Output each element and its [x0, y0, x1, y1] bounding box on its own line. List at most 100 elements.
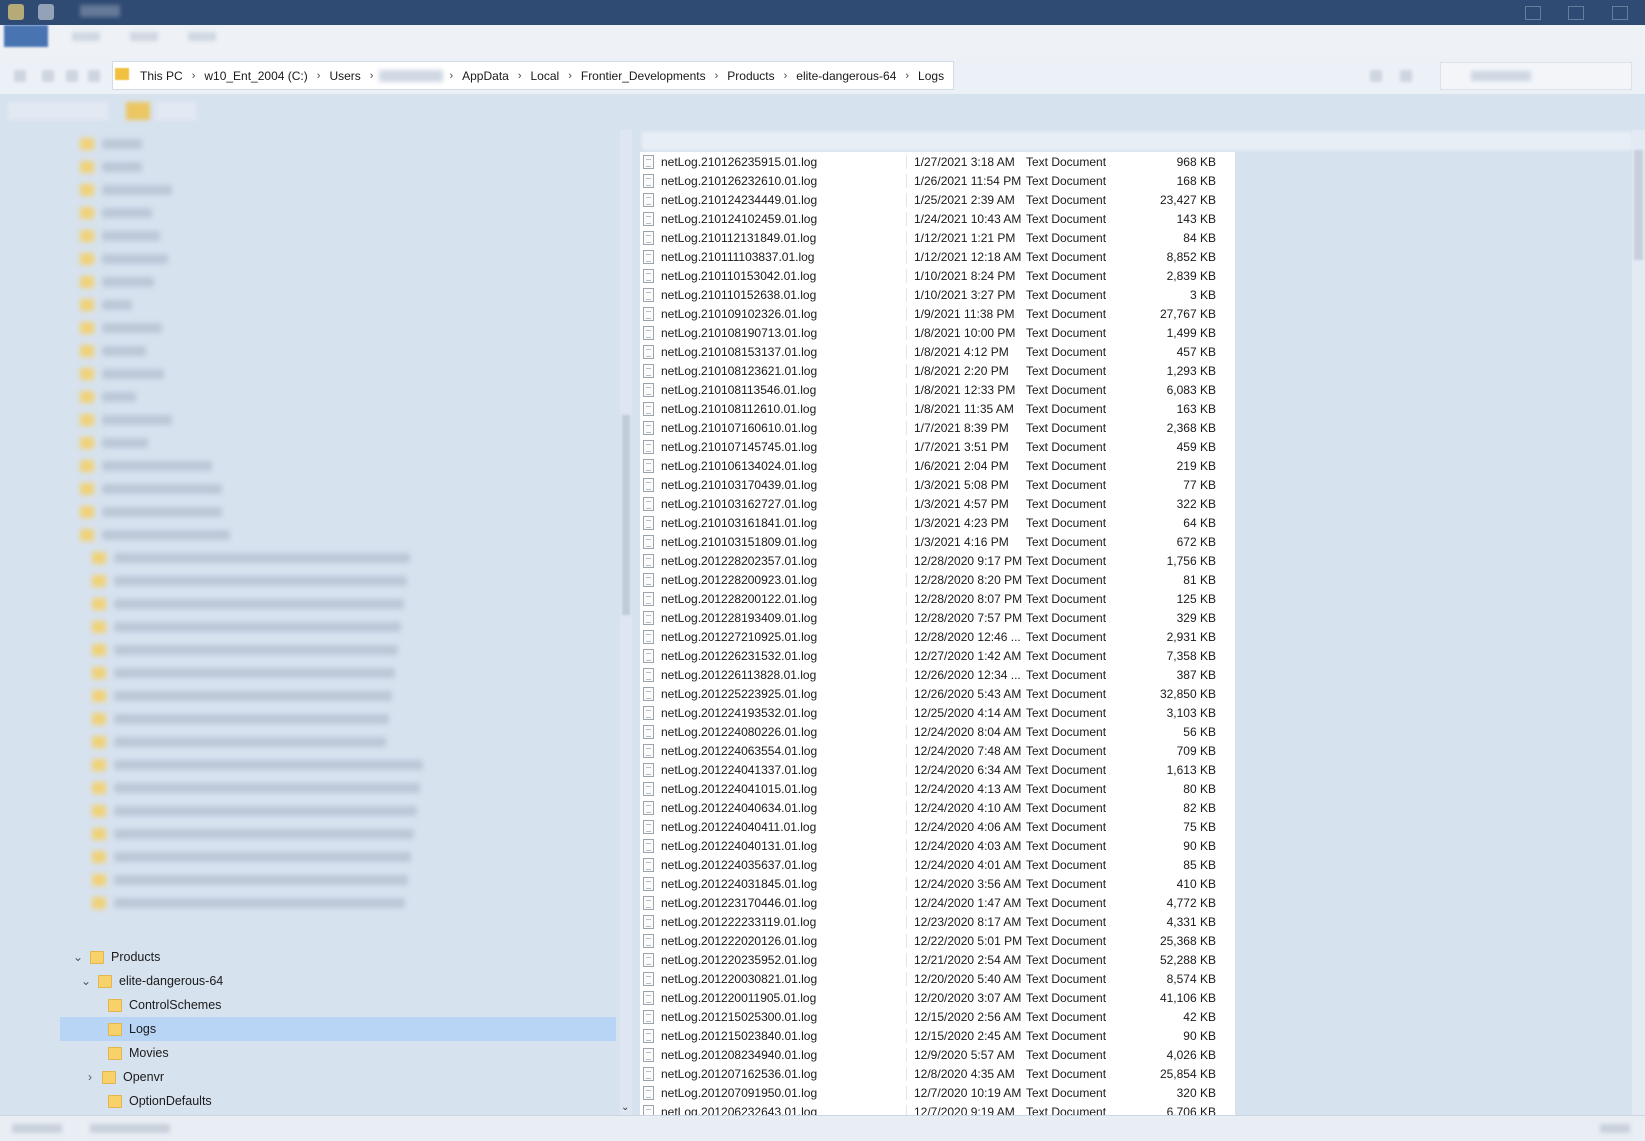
tree-item-blurred[interactable] — [92, 571, 407, 591]
tree-item-blurred[interactable] — [80, 272, 154, 292]
folder-icon[interactable] — [8, 4, 24, 20]
file-row[interactable]: netLog.210126232610.01.log 1/26/2021 11:5… — [640, 171, 1235, 190]
file-row[interactable]: netLog.210108190713.01.log 1/8/2021 10:00… — [640, 323, 1235, 342]
file-row[interactable]: netLog.201226113828.01.log 12/26/2020 12:… — [640, 665, 1235, 684]
chevron-right-icon[interactable]: › — [84, 1070, 96, 1084]
breadcrumb-separator-icon[interactable]: › — [364, 70, 380, 82]
file-row[interactable]: netLog.210107160610.01.log 1/7/2021 8:39 … — [640, 418, 1235, 437]
file-row[interactable]: netLog.201215025300.01.log 12/15/2020 2:5… — [640, 1007, 1235, 1026]
file-row[interactable]: netLog.201228200122.01.log 12/28/2020 8:0… — [640, 589, 1235, 608]
tree-item-movies[interactable]: Movies — [90, 1041, 612, 1065]
navigation-scrollbar[interactable]: ⌄ — [620, 130, 632, 1115]
tree-item-blurred[interactable] — [92, 640, 398, 660]
breadcrumb-separator-icon[interactable]: › — [443, 70, 459, 82]
breadcrumb-separator-icon[interactable]: › — [562, 70, 578, 82]
file-row[interactable]: netLog.201227210925.01.log 12/28/2020 12:… — [640, 627, 1235, 646]
new-folder-icon[interactable] — [126, 102, 150, 120]
file-row[interactable]: netLog.201224040131.01.log 12/24/2020 4:0… — [640, 836, 1235, 855]
breadcrumb-logs[interactable]: Logs — [915, 69, 947, 83]
ribbon-tab-view[interactable] — [188, 32, 216, 41]
column-headers[interactable] — [642, 132, 1632, 150]
tree-item-blurred[interactable] — [92, 686, 392, 706]
file-row[interactable]: netLog.201207091950.01.log 12/7/2020 10:1… — [640, 1083, 1235, 1102]
file-tab[interactable] — [4, 25, 48, 47]
dropdown-chevron-icon[interactable] — [1370, 70, 1382, 82]
chevron-down-icon[interactable]: ⌄ — [72, 950, 84, 964]
toolbar-chip[interactable] — [156, 102, 196, 120]
breadcrumb-separator-icon[interactable]: › — [709, 70, 725, 82]
file-row[interactable]: netLog.201206232643.01.log 12/7/2020 9:19… — [640, 1102, 1235, 1115]
tree-item-blurred[interactable] — [80, 249, 168, 269]
file-row[interactable]: netLog.201226231532.01.log 12/27/2020 1:4… — [640, 646, 1235, 665]
file-row[interactable]: netLog.201220030821.01.log 12/20/2020 5:4… — [640, 969, 1235, 988]
file-list-scrollbar[interactable] — [1632, 130, 1645, 1115]
breadcrumb-separator-icon[interactable]: › — [311, 70, 327, 82]
refresh-icon[interactable] — [1400, 70, 1412, 82]
forward-arrow-icon[interactable] — [42, 70, 54, 82]
tree-item-blurred[interactable] — [80, 157, 142, 177]
save-icon[interactable] — [38, 4, 54, 20]
file-row[interactable]: netLog.201215023840.01.log 12/15/2020 2:4… — [640, 1026, 1235, 1045]
tree-item-blurred[interactable] — [92, 617, 401, 637]
file-row[interactable]: netLog.201224193532.01.log 12/25/2020 4:1… — [640, 703, 1235, 722]
tree-item-blurred[interactable] — [92, 870, 408, 890]
tree-item-blurred[interactable] — [80, 341, 146, 361]
file-row[interactable]: netLog.201220011905.01.log 12/20/2020 3:0… — [640, 988, 1235, 1007]
file-row[interactable]: netLog.210103170439.01.log 1/3/2021 5:08 … — [640, 475, 1235, 494]
tree-item-blurred[interactable] — [80, 456, 212, 476]
breadcrumb-users[interactable]: Users — [326, 69, 363, 83]
scrollbar-thumb[interactable] — [1634, 150, 1643, 260]
breadcrumb-separator-icon[interactable]: › — [186, 70, 202, 82]
tree-item-openvr[interactable]: › Openvr — [84, 1065, 612, 1089]
tree-item-blurred[interactable] — [92, 709, 389, 729]
file-row[interactable]: netLog.210111103837.01.log 1/12/2021 12:1… — [640, 247, 1235, 266]
toolbar-chip[interactable] — [8, 102, 108, 120]
file-row[interactable]: netLog.201224040634.01.log 12/24/2020 4:1… — [640, 798, 1235, 817]
file-row[interactable]: netLog.201223170446.01.log 12/24/2020 1:4… — [640, 893, 1235, 912]
tree-item-blurred[interactable] — [92, 663, 395, 683]
tree-item-blurred[interactable] — [92, 732, 386, 752]
tree-item-blurred[interactable] — [92, 778, 420, 798]
scrollbar-thumb[interactable] — [622, 415, 630, 615]
tree-item-optiondefaults[interactable]: OptionDefaults — [90, 1089, 612, 1113]
breadcrumb-separator-icon[interactable]: › — [512, 70, 528, 82]
breadcrumb-drive[interactable]: w10_Ent_2004 (C:) — [201, 69, 310, 83]
file-row[interactable]: netLog.201222020126.01.log 12/22/2020 5:0… — [640, 931, 1235, 950]
tree-item-blurred[interactable] — [92, 893, 405, 913]
file-row[interactable]: netLog.201228200923.01.log 12/28/2020 8:2… — [640, 570, 1235, 589]
breadcrumb-username[interactable] — [379, 69, 444, 82]
ribbon-tab-home[interactable] — [72, 32, 100, 41]
tree-item-products[interactable]: ⌄ Products — [72, 945, 612, 969]
tree-item-blurred[interactable] — [92, 594, 404, 614]
breadcrumb-local[interactable]: Local — [528, 69, 563, 83]
file-row[interactable]: netLog.210103161841.01.log 1/3/2021 4:23 … — [640, 513, 1235, 532]
file-row[interactable]: netLog.210103162727.01.log 1/3/2021 4:57 … — [640, 494, 1235, 513]
breadcrumb-elite[interactable]: elite-dangerous-64 — [793, 69, 899, 83]
chevron-down-icon[interactable]: ⌄ — [80, 974, 92, 988]
back-arrow-icon[interactable] — [14, 70, 26, 82]
tree-item-blurred[interactable] — [92, 847, 411, 867]
minimize-button[interactable] — [1525, 6, 1541, 20]
tree-item-logs[interactable]: Logs — [60, 1017, 616, 1041]
recent-chevron-icon[interactable] — [66, 70, 78, 82]
file-row[interactable]: netLog.201208234940.01.log 12/9/2020 5:57… — [640, 1045, 1235, 1064]
file-row[interactable]: netLog.201224040411.01.log 12/24/2020 4:0… — [640, 817, 1235, 836]
file-row[interactable]: netLog.201224031845.01.log 12/24/2020 3:5… — [640, 874, 1235, 893]
maximize-button[interactable] — [1568, 6, 1584, 20]
tree-item-blurred[interactable] — [80, 364, 164, 384]
file-row[interactable]: netLog.210110153042.01.log 1/10/2021 8:24… — [640, 266, 1235, 285]
file-row[interactable]: netLog.210107145745.01.log 1/7/2021 3:51 … — [640, 437, 1235, 456]
file-row[interactable]: netLog.210109102326.01.log 1/9/2021 11:38… — [640, 304, 1235, 323]
file-row[interactable]: netLog.201220235952.01.log 12/21/2020 2:5… — [640, 950, 1235, 969]
file-row[interactable]: netLog.210124234449.01.log 1/25/2021 2:39… — [640, 190, 1235, 209]
view-toggle-icon[interactable] — [1600, 1124, 1630, 1133]
breadcrumb-frontier[interactable]: Frontier_Developments — [578, 69, 709, 83]
ribbon-tab-share[interactable] — [130, 32, 158, 41]
file-row[interactable]: netLog.210108153137.01.log 1/8/2021 4:12 … — [640, 342, 1235, 361]
file-row[interactable]: netLog.201228202357.01.log 12/28/2020 9:1… — [640, 551, 1235, 570]
breadcrumb-separator-icon[interactable]: › — [778, 70, 794, 82]
close-button[interactable] — [1612, 6, 1628, 20]
tree-item-controlschemes[interactable]: ControlSchemes — [90, 993, 612, 1017]
file-row[interactable]: netLog.201224063554.01.log 12/24/2020 7:4… — [640, 741, 1235, 760]
tree-item-blurred[interactable] — [80, 410, 172, 430]
